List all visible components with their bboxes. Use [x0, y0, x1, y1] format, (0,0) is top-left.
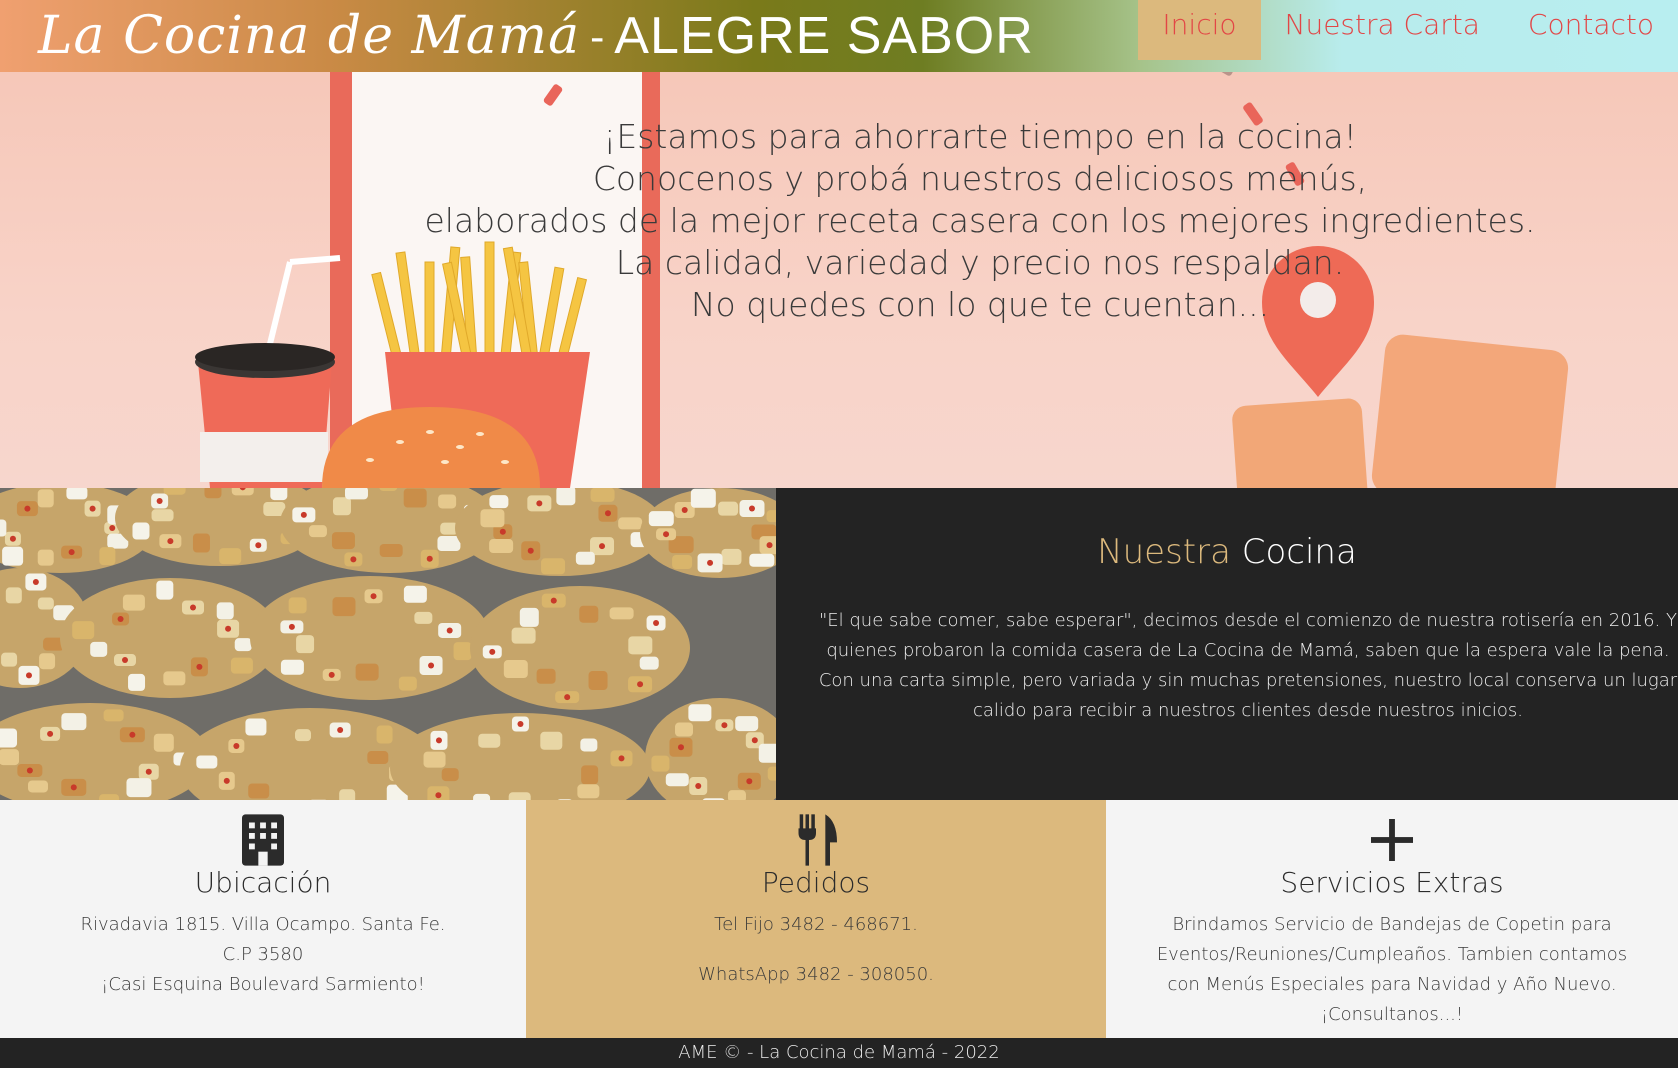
- phone-number[interactable]: Tel Fijo 3482 - 468671.: [526, 910, 1106, 940]
- extras-text: Brindamos Servicio de Bandejas de Copeti…: [1156, 914, 1628, 1025]
- hero-line: Conocenos y probá nuestros deliciosos me…: [592, 159, 1368, 198]
- hero-line: elaborados de la mejor receta casera con…: [424, 201, 1536, 240]
- feature-extras: Servicios Extras Brindamos Servicio de B…: [1106, 800, 1678, 1038]
- plus-icon: [1371, 819, 1413, 861]
- hero-banner: ¡Estamos para ahorrarte tiempo en la coc…: [0, 62, 1678, 488]
- food-trays-photo: [0, 488, 776, 800]
- about-section: Nuestra Cocina "El que sabe comer, sabe …: [776, 488, 1678, 800]
- food-trays-illustration: [0, 488, 776, 800]
- fork-knife-icon: [798, 814, 837, 866]
- feature-location-details: Rivadavia 1815. Villa Ocampo. Santa Fe. …: [0, 910, 526, 1000]
- brand-script-name: La Cocina de Mamá: [38, 6, 581, 66]
- site-header: La Cocina de Mamá - ALEGRE SABOR Inicio …: [0, 0, 1678, 72]
- hero-line: La calidad, variedad y precio nos respal…: [615, 243, 1345, 282]
- site-footer: AME © - La Cocina de Mamá - 2022: [0, 1038, 1678, 1068]
- feature-extras-title: Servicios Extras: [1280, 866, 1504, 899]
- hero-line: ¡Estamos para ahorrarte tiempo en la coc…: [603, 117, 1357, 156]
- postal-code: C.P 3580: [222, 944, 304, 965]
- brand[interactable]: La Cocina de Mamá - ALEGRE SABOR: [38, 2, 1034, 70]
- whatsapp-number[interactable]: WhatsApp 3482 - 308050.: [526, 960, 1106, 990]
- nav-nuestra-carta[interactable]: Nuestra Carta: [1261, 0, 1504, 60]
- features-section: Ubicación Rivadavia 1815. Villa Ocampo. …: [0, 800, 1678, 1038]
- about-title-main: Cocina: [1241, 532, 1357, 572]
- about-text: "El que sabe comer, sabe esperar", decim…: [818, 610, 1678, 721]
- feature-orders-details: Tel Fijo 3482 - 468671. WhatsApp 3482 - …: [526, 910, 1106, 1010]
- feature-location: Ubicación Rivadavia 1815. Villa Ocampo. …: [0, 800, 526, 1038]
- nav-inicio[interactable]: Inicio: [1138, 0, 1261, 60]
- address-note: ¡Casi Esquina Boulevard Sarmiento!: [101, 974, 425, 995]
- nav-contacto[interactable]: Contacto: [1504, 0, 1678, 60]
- address-line: Rivadavia 1815. Villa Ocampo. Santa Fe.: [80, 914, 446, 935]
- hero-line: No quedes con lo que te cuentan...: [690, 285, 1270, 324]
- feature-orders: Pedidos Tel Fijo 3482 - 468671. WhatsApp…: [526, 800, 1106, 1038]
- building-icon: [242, 814, 284, 866]
- brand-separator: -: [590, 11, 605, 61]
- about-title-highlight: Nuestra: [1097, 532, 1231, 572]
- feature-location-title: Ubicación: [194, 866, 332, 899]
- footer-text: AME © - La Cocina de Mamá - 2022: [678, 1042, 1000, 1063]
- about-title: Nuestra Cocina: [776, 532, 1678, 572]
- hero-message: ¡Estamos para ahorrarte tiempo en la coc…: [0, 116, 1678, 326]
- feature-extras-details: Brindamos Servicio de Bandejas de Copeti…: [1156, 910, 1628, 1030]
- feature-orders-title: Pedidos: [761, 866, 871, 899]
- main-nav: Inicio Nuestra Carta Contacto: [1138, 0, 1678, 60]
- brand-title: ALEGRE SABOR: [614, 7, 1034, 65]
